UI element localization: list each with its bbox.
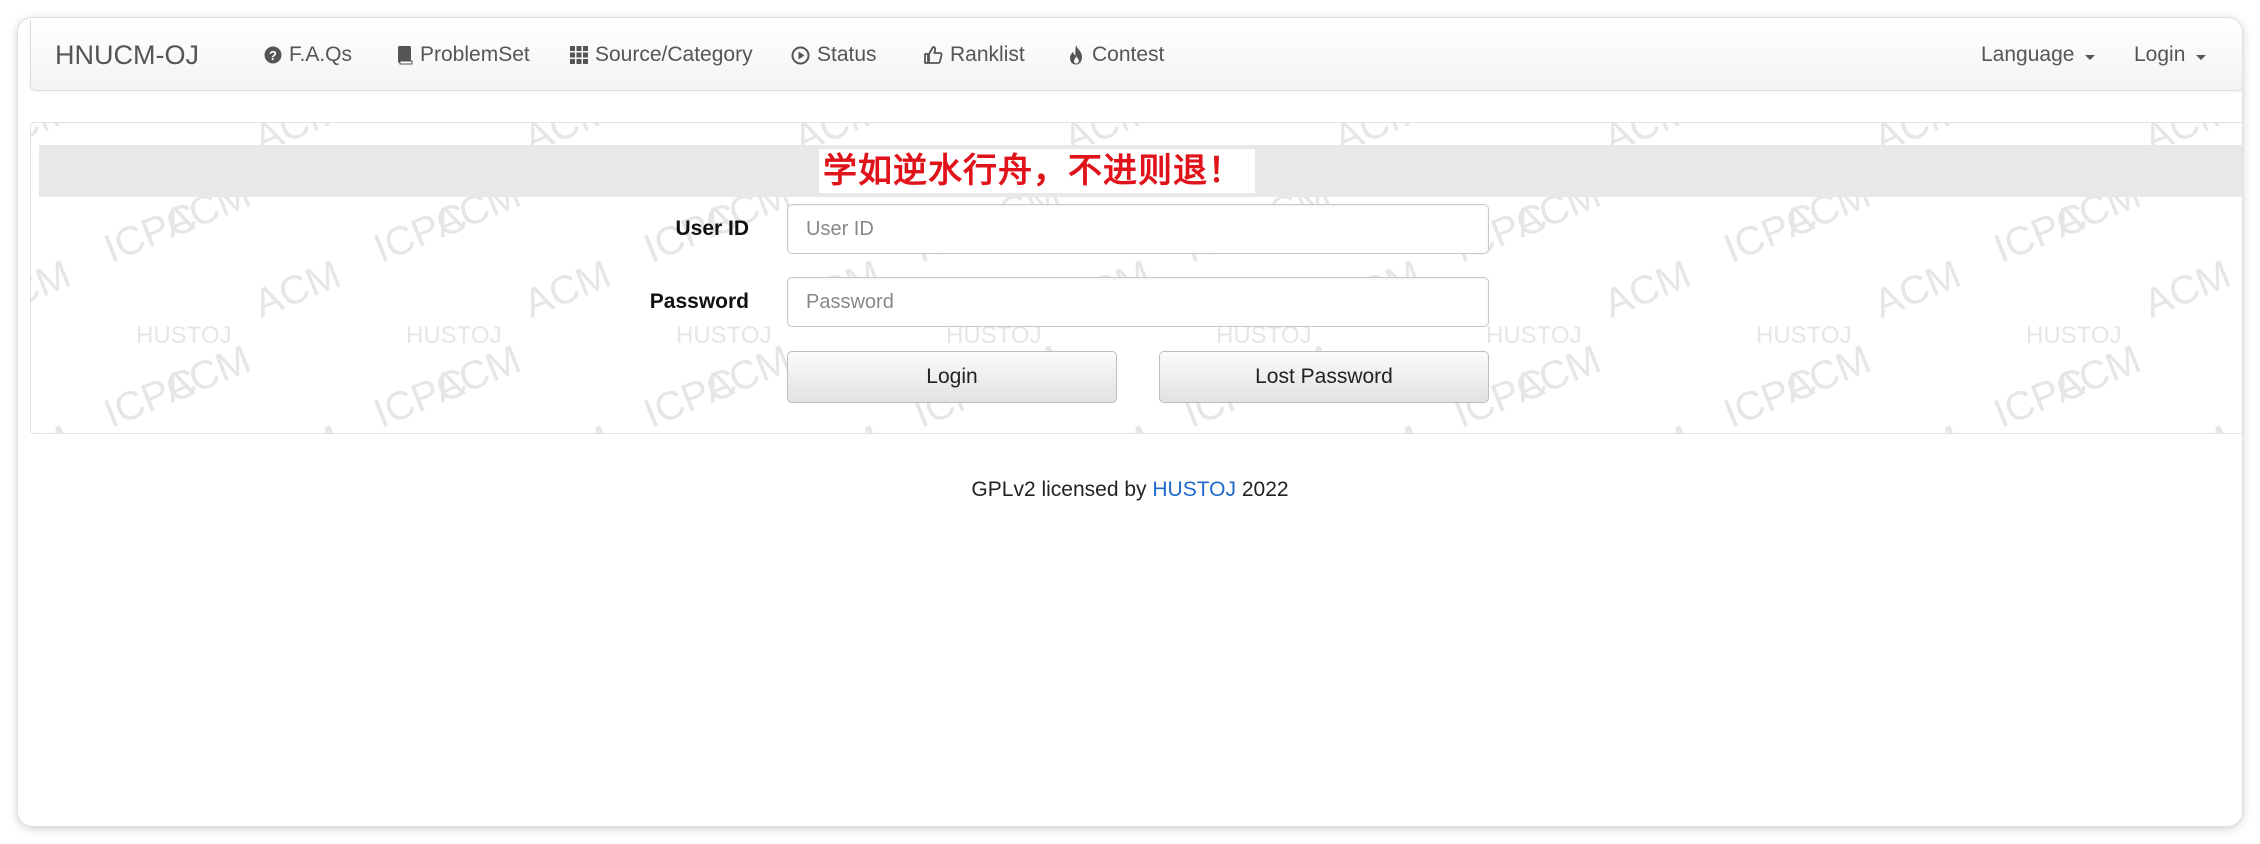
nav-contest[interactable]: Contest xyxy=(1068,20,1164,90)
grid-icon xyxy=(570,46,588,64)
nav-ranklist[interactable]: Ranklist xyxy=(923,20,1025,90)
nav-ranklist-label: Ranklist xyxy=(950,43,1025,66)
login-button[interactable]: Login xyxy=(787,351,1117,403)
login-panel: ACMHUSTOJICPCACMACMHUSTOJICPCACMACMHUSTO… xyxy=(30,122,2242,434)
nav-contest-label: Contest xyxy=(1092,43,1165,66)
watermark-text: HUSTOJ xyxy=(676,322,772,349)
password-label: Password xyxy=(649,290,749,313)
nav-problemset-label: ProblemSet xyxy=(420,43,530,66)
nav-source-category[interactable]: Source/Category xyxy=(570,20,753,90)
watermark-text: ACM xyxy=(1328,417,1427,433)
watermark-text: ACM xyxy=(1598,417,1697,433)
book-icon xyxy=(397,45,413,65)
nav-faqs[interactable]: ? F.A.Qs xyxy=(264,20,352,90)
nav-source-category-label: Source/Category xyxy=(595,43,753,66)
language-dropdown[interactable]: Language xyxy=(1981,20,2096,90)
login-dropdown[interactable]: Login xyxy=(2134,20,2207,90)
login-dropdown-label: Login xyxy=(2134,43,2186,66)
browser-window: HNUCM-OJ ? F.A.Qs ProblemSet Source/Cate… xyxy=(18,18,2242,826)
navbar: HNUCM-OJ ? F.A.Qs ProblemSet Source/Cate… xyxy=(30,20,2242,91)
motto-text: 学如逆水行舟，不进则退！ xyxy=(819,149,1255,193)
nav-status[interactable]: Status xyxy=(791,20,877,90)
password-input[interactable] xyxy=(787,277,1489,327)
caret-down-icon xyxy=(2196,54,2207,60)
fire-icon xyxy=(1068,45,1085,65)
watermark-text: ACM xyxy=(788,417,887,433)
nav-status-label: Status xyxy=(817,43,877,66)
user-id-label: User ID xyxy=(675,217,749,240)
watermark-text: HUSTOJ xyxy=(1486,322,1582,349)
watermark-text: ACM xyxy=(1868,417,1967,433)
watermark-text: HUSTOJ xyxy=(2026,322,2122,349)
hustoj-link[interactable]: HUSTOJ xyxy=(1152,478,1236,501)
nav-problemset[interactable]: ProblemSet xyxy=(397,20,530,90)
watermark-text: ACM xyxy=(248,417,347,433)
watermark-text: ACM xyxy=(2138,252,2237,326)
watermark-text: HUSTOJ xyxy=(406,322,502,349)
watermark-text: ACM xyxy=(1058,417,1157,433)
watermark-text: ACM xyxy=(1868,252,1967,326)
language-dropdown-label: Language xyxy=(1981,43,2075,66)
watermark-text: ACM xyxy=(1598,252,1697,326)
footer: GPLv2 licensed by HUSTOJ 2022 xyxy=(18,478,2242,502)
caret-down-icon xyxy=(2085,54,2096,60)
user-id-input[interactable] xyxy=(787,204,1489,254)
nav-faqs-label: F.A.Qs xyxy=(289,43,353,66)
watermark-text: ACM xyxy=(2138,417,2237,433)
play-circle-icon xyxy=(791,46,810,65)
footer-year: 2022 xyxy=(1241,478,1289,501)
watermark-text: ACM xyxy=(518,417,617,433)
lost-password-button[interactable]: Lost Password xyxy=(1159,351,1489,403)
question-circle-icon: ? xyxy=(264,46,282,64)
watermark-text: ACM xyxy=(248,252,347,326)
footer-license-text: GPLv2 licensed by xyxy=(971,478,1147,501)
svg-text:?: ? xyxy=(269,48,277,63)
thumbs-up-icon xyxy=(923,45,943,65)
watermark-text: ACM xyxy=(31,417,77,433)
brand-link[interactable]: HNUCM-OJ xyxy=(55,20,199,90)
watermark-text: HUSTOJ xyxy=(1756,322,1852,349)
watermark-text: HUSTOJ xyxy=(136,322,232,349)
watermark-text: ACM xyxy=(31,252,77,326)
